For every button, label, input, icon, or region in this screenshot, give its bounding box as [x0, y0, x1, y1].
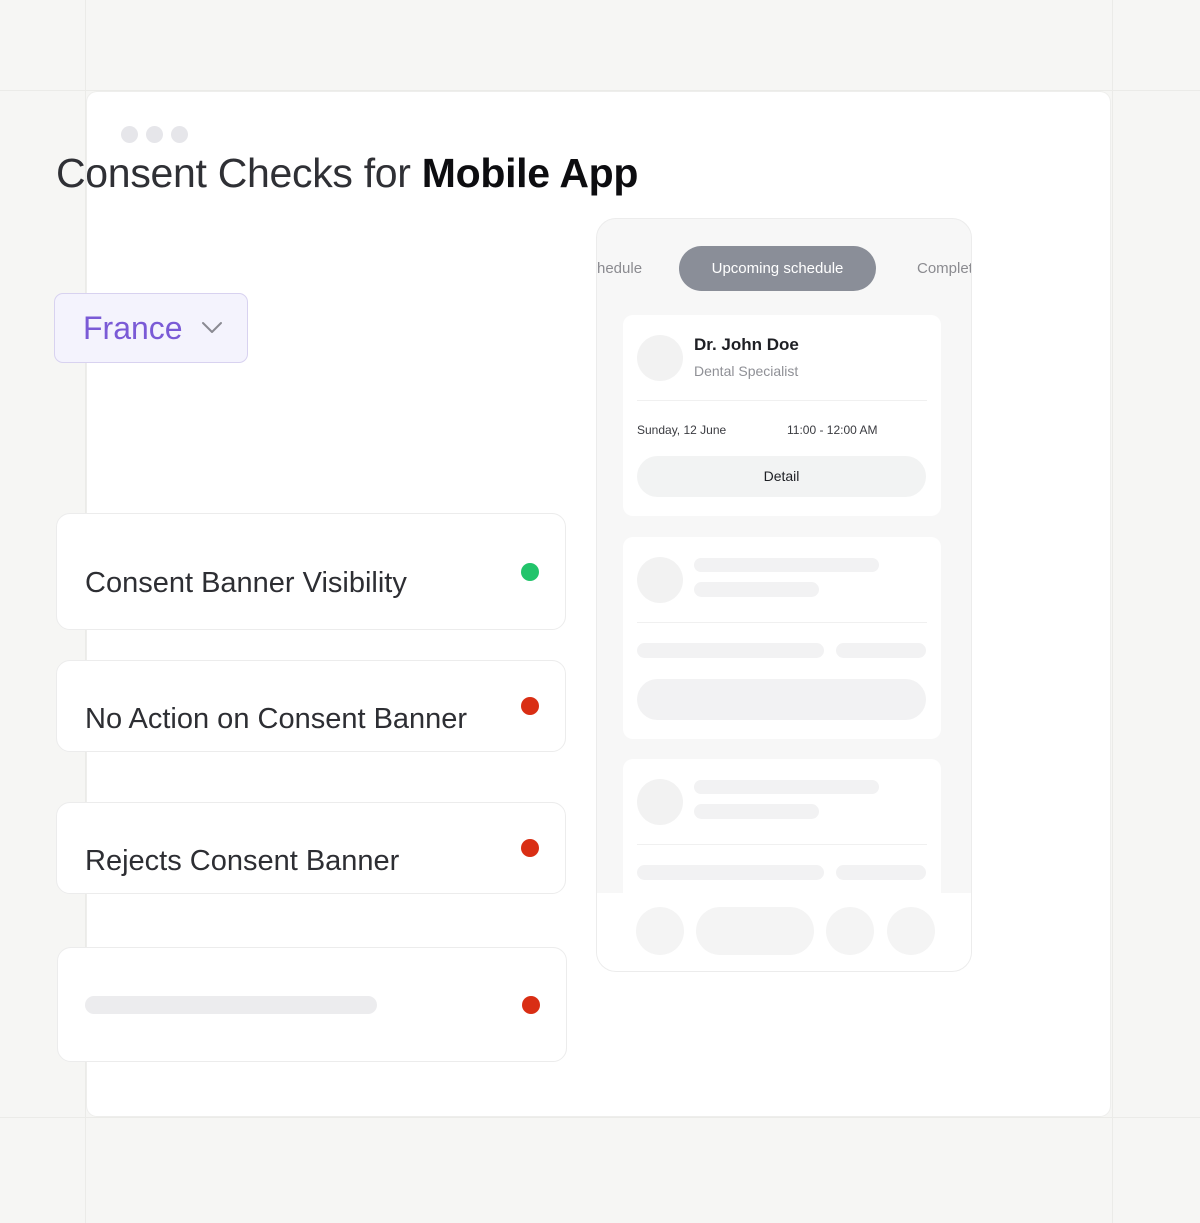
check-label: No Action on Consent Banner	[85, 703, 468, 735]
skeleton-line	[836, 643, 926, 658]
divider	[637, 622, 927, 623]
doctor-specialty: Dental Specialist	[694, 363, 799, 379]
tab-completed[interactable]: Complet	[917, 246, 971, 291]
skeleton-line	[85, 996, 377, 1014]
nav-item[interactable]	[887, 907, 935, 955]
check-label: Rejects Consent Banner	[85, 845, 400, 877]
tab-schedule[interactable]: hedule	[597, 246, 642, 291]
chevron-down-icon	[201, 322, 222, 333]
window-dot	[121, 126, 138, 143]
window-dot	[146, 126, 163, 143]
grid-line	[1112, 0, 1113, 1223]
divider	[637, 400, 927, 401]
country-dropdown-value: France	[83, 309, 183, 346]
divider	[637, 844, 927, 845]
skeleton-button	[637, 679, 926, 720]
avatar	[637, 779, 683, 825]
window-controls	[121, 126, 188, 143]
appointment-time: 11:00 - 12:00 AM	[787, 423, 878, 437]
doctor-name: Dr. John Doe	[694, 335, 799, 354]
avatar	[637, 557, 683, 603]
check-item-placeholder	[57, 947, 567, 1062]
title-emphasis: Mobile App	[421, 150, 639, 196]
skeleton-line	[694, 804, 819, 819]
status-fail-indicator	[521, 839, 539, 857]
grid-line	[0, 90, 1200, 91]
skeleton-line	[836, 865, 926, 880]
skeleton-line	[694, 558, 879, 572]
avatar	[637, 335, 683, 381]
check-item-rejects-banner: Rejects Consent Banner	[56, 802, 566, 894]
country-dropdown[interactable]: France	[54, 293, 248, 363]
check-label: Consent Banner Visibility	[85, 567, 407, 599]
skeleton-line	[694, 582, 819, 597]
schedule-tabs: hedule Upcoming schedule Complet	[597, 246, 971, 291]
status-fail-indicator	[521, 697, 539, 715]
nav-item-active[interactable]	[696, 907, 814, 955]
phone-mockup: hedule Upcoming schedule Complet Dr. Joh…	[596, 218, 972, 972]
skeleton-line	[637, 865, 824, 880]
appointment-date: Sunday, 12 June	[637, 423, 727, 437]
check-item-no-action: No Action on Consent Banner	[56, 660, 566, 752]
bottom-nav-bar	[597, 893, 971, 971]
nav-item[interactable]	[826, 907, 874, 955]
nav-item[interactable]	[636, 907, 684, 955]
appointment-card-skeleton	[623, 537, 941, 739]
skeleton-line	[637, 643, 824, 658]
skeleton-line	[694, 780, 879, 794]
grid-line	[0, 1117, 1200, 1118]
status-fail-indicator	[522, 996, 540, 1014]
title-prefix: Consent Checks for	[56, 150, 411, 196]
page-title: Consent Checks for Mobile App	[56, 150, 638, 197]
status-pass-indicator	[521, 563, 539, 581]
check-item-banner-visibility: Consent Banner Visibility	[56, 513, 566, 630]
tab-upcoming-schedule[interactable]: Upcoming schedule	[679, 246, 876, 291]
window-dot	[171, 126, 188, 143]
appointment-card: Dr. John Doe Dental Specialist Sunday, 1…	[623, 315, 941, 516]
detail-button[interactable]: Detail	[637, 456, 926, 497]
